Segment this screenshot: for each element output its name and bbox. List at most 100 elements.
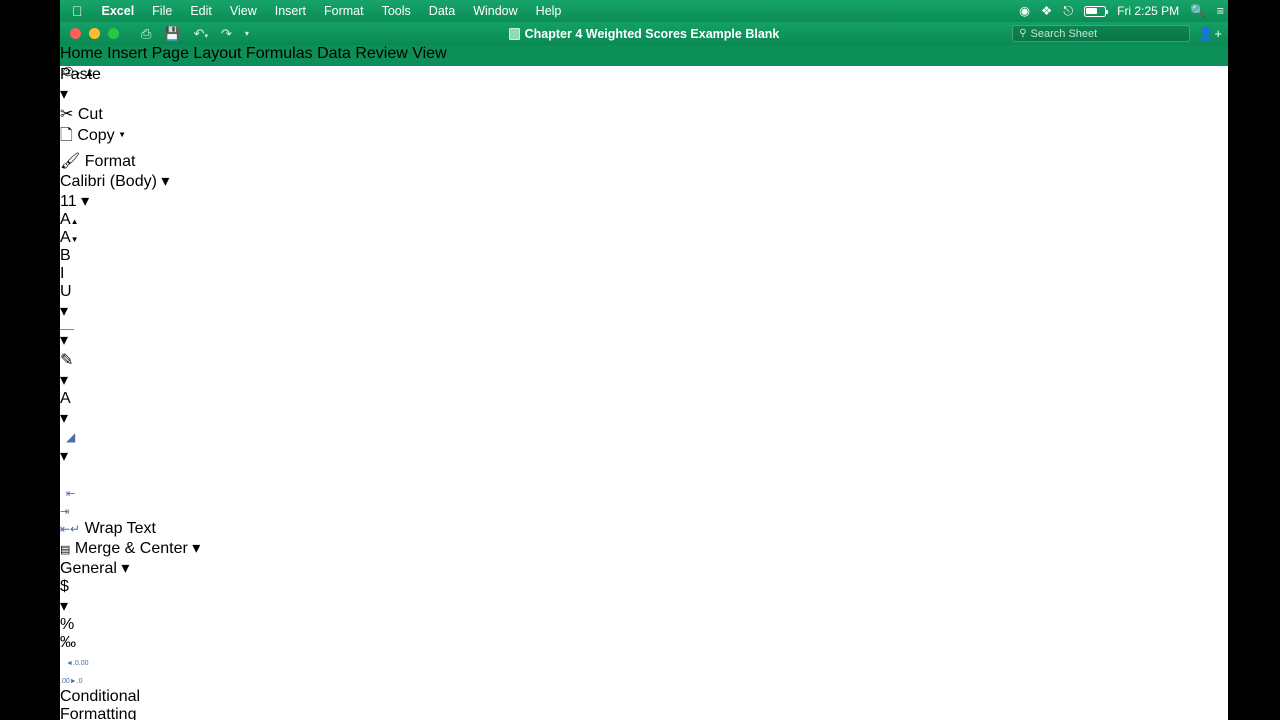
menu-item-insert[interactable]: Insert: [266, 4, 315, 18]
grow-font-label: A: [60, 211, 71, 228]
menu-item-tools[interactable]: Tools: [373, 4, 420, 18]
battery-icon[interactable]: [1084, 5, 1109, 17]
increase-decimal-button[interactable]: ◄.0.00: [66, 652, 1228, 670]
font-size-value: 11: [60, 193, 77, 210]
merge-center-button[interactable]: ▤ Merge & Center ▾: [60, 538, 1228, 558]
letterbox-left: [0, 0, 60, 720]
decrease-font-size-button[interactable]: A▼: [60, 229, 1228, 247]
menu-item-data[interactable]: Data: [420, 4, 464, 18]
scissors-icon: ✂: [60, 106, 74, 123]
orientation-dropdown-icon[interactable]: ▾: [60, 448, 68, 465]
copy-dropdown-icon[interactable]: ▾: [119, 127, 125, 144]
minimize-button[interactable]: [89, 28, 100, 39]
font-row-2: B I U ▾ ▾ ✎ ▾ A ▾: [60, 247, 1228, 428]
fill-color-button[interactable]: ✎: [60, 350, 1228, 370]
paste-button[interactable]: Paste: [60, 66, 1228, 84]
paste-dropdown-icon[interactable]: ▾: [60, 86, 68, 103]
menu-item-edit[interactable]: Edit: [181, 4, 221, 18]
chevron-down-icon: ▾: [121, 560, 130, 577]
underline-dropdown-icon[interactable]: ▾: [60, 303, 68, 320]
search-icon[interactable]: 🔍: [1190, 5, 1206, 18]
dropbox-icon[interactable]: ❖: [1041, 5, 1052, 18]
ribbon-group-alignment: ◢ ▾ ⇤ ⇥: [60, 428, 1228, 520]
number-format-select[interactable]: General ▾: [60, 558, 1228, 578]
number-format-value: General: [60, 560, 117, 577]
new-document-icon[interactable]: ⎙: [141, 26, 151, 42]
search-sheet-input[interactable]: ⚲ Search Sheet: [1012, 25, 1191, 42]
conditional-formatting-label-1: Conditional: [60, 688, 141, 705]
decrease-indent-icon[interactable]: ⇤: [66, 484, 1228, 502]
copy-button[interactable]: 🗋 Copy ▾: [60, 124, 1228, 151]
customize-toolbar-icon[interactable]: ▾: [245, 29, 249, 38]
clipboard-commands: ✂ Cut 🗋 Copy ▾ 🖌 Format: [60, 104, 1228, 171]
notification-center-icon[interactable]: ≡: [1217, 5, 1224, 18]
bold-button[interactable]: B: [60, 247, 1228, 265]
increase-font-size-button[interactable]: A▲: [60, 211, 1228, 229]
currency-button[interactable]: $: [60, 578, 1228, 596]
currency-dropdown-icon[interactable]: ▾: [60, 598, 68, 615]
save-icon[interactable]: 💾: [164, 26, 180, 42]
cut-button[interactable]: ✂ Cut: [60, 104, 1228, 124]
increase-indent-icon[interactable]: ⇥: [60, 502, 1228, 520]
ribbon-group-clipboard: Paste ▾ ✂ Cut 🗋 Copy ▾ 🖌 Format: [60, 66, 1228, 171]
merge-center-icon: ▤: [60, 544, 71, 556]
decrease-decimal-button[interactable]: .00►.0: [60, 670, 1228, 688]
conditional-formatting-button[interactable]: Conditional Formatting: [60, 688, 1228, 720]
letterbox-right: [1228, 0, 1280, 720]
undo-icon[interactable]: ↶▾: [194, 26, 208, 42]
apple-icon[interactable]: : [72, 4, 83, 18]
align-right-icon[interactable]: [60, 466, 1228, 484]
format-painter-button[interactable]: 🖌 Format: [60, 151, 1228, 171]
font-name-select[interactable]: Calibri (Body) ▾: [60, 171, 1228, 191]
menu-item-help[interactable]: Help: [527, 4, 571, 18]
percent-button[interactable]: %: [60, 616, 1228, 634]
chevron-down-icon: ▾: [81, 193, 90, 210]
clock[interactable]: Fri 2:25 PM: [1117, 4, 1179, 18]
wrap-text-button[interactable]: ⇤↵ Wrap Text: [60, 520, 1228, 538]
macos-menu-bar:  Excel File Edit View Insert Format Too…: [60, 0, 1228, 22]
shrink-font-label: A: [60, 229, 71, 246]
comma-style-button[interactable]: ‰: [60, 634, 1228, 652]
menu-item-excel[interactable]: Excel: [93, 4, 144, 18]
excel-file-icon: [508, 27, 520, 40]
title-bar-right: ⚲ Search Sheet 👤+: [1012, 25, 1222, 42]
borders-icon[interactable]: [60, 329, 1228, 330]
tab-review[interactable]: Review: [355, 45, 407, 62]
fill-color-dropdown-icon[interactable]: ▾: [60, 372, 68, 389]
number-buttons: $ ▾ % ‰ ◄.0.00 .00►.0: [60, 578, 1228, 688]
maximize-button[interactable]: [108, 28, 119, 39]
menu-item-view[interactable]: View: [221, 4, 266, 18]
font-color-dropdown-icon[interactable]: ▾: [60, 410, 68, 427]
font-size-select[interactable]: 11 ▾: [60, 191, 1228, 211]
copy-label: Copy: [77, 127, 115, 144]
tab-page-layout[interactable]: Page Layout: [152, 45, 242, 62]
ribbon-tab-bar: Home Insert Page Layout Formulas Data Re…: [60, 45, 1228, 80]
ribbon: Paste ▾ ✂ Cut 🗋 Copy ▾ 🖌 Format Calibri …: [60, 66, 1228, 720]
wifi-icon[interactable]: ⎋: [1063, 5, 1073, 18]
menu-item-format[interactable]: Format: [315, 4, 373, 18]
close-button[interactable]: [70, 28, 81, 39]
menu-item-file[interactable]: File: [143, 4, 181, 18]
underline-button[interactable]: U: [60, 283, 1228, 301]
menu-item-window[interactable]: Window: [464, 4, 526, 18]
redo-icon[interactable]: ↷: [221, 26, 232, 42]
italic-button[interactable]: I: [60, 265, 1228, 283]
tab-home[interactable]: Home: [60, 45, 103, 62]
cut-label: Cut: [77, 106, 103, 123]
share-icon[interactable]: 👤+: [1198, 26, 1222, 42]
merge-dropdown-icon[interactable]: ▾: [192, 540, 200, 557]
window-title-bar: ⎙ 💾 ↶▾ ↷ ▾ Chapter 4 Weighted Scores Exa…: [60, 22, 1228, 45]
tab-insert[interactable]: Insert: [107, 45, 147, 62]
tab-data[interactable]: Data: [317, 45, 351, 62]
conditional-formatting-label-2: Formatting: [60, 706, 137, 720]
record-icon[interactable]: ◉: [1019, 5, 1030, 18]
paste-label: Paste: [60, 66, 101, 83]
tab-view[interactable]: View: [412, 45, 446, 62]
font-color-button[interactable]: A: [60, 390, 1228, 408]
orientation-icon[interactable]: ◢: [66, 428, 1228, 446]
tab-formulas[interactable]: Formulas: [246, 45, 313, 62]
window-controls: [70, 28, 119, 39]
borders-dropdown-icon[interactable]: ▾: [60, 332, 68, 349]
font-name-value: Calibri (Body): [60, 173, 157, 190]
ribbon-group-number: General ▾ $ ▾ % ‰ ◄.0.00 .00►.0: [60, 558, 1228, 688]
